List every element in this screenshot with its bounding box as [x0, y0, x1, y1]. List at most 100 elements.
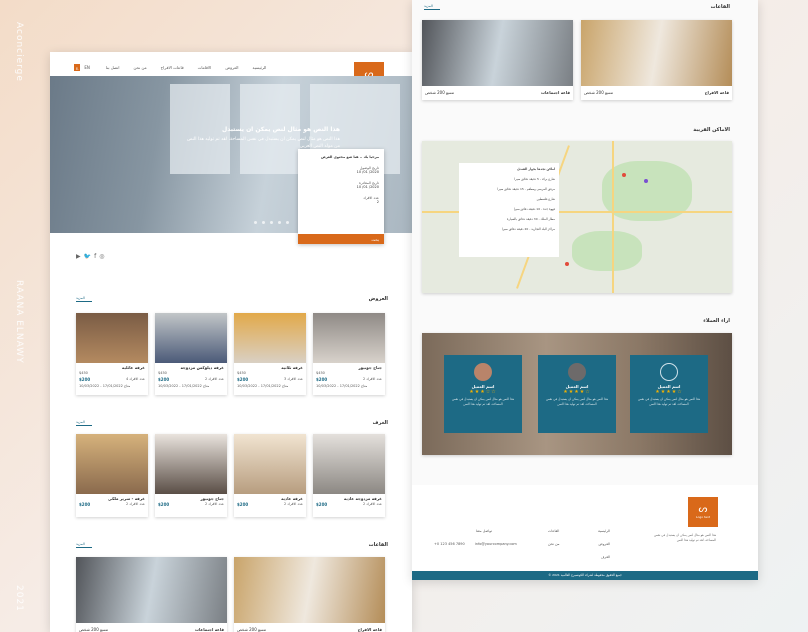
hall-name: قاعة الافراح — [357, 627, 382, 632]
hall-name: قاعة اجتماعات — [195, 627, 224, 632]
room-card[interactable]: غرفة عادية $200 عدد الافراد 2 — [234, 434, 306, 517]
map-pin-icon[interactable] — [565, 262, 569, 266]
room-guests: عدد الافراد 2 — [362, 502, 382, 506]
nav-item-contact[interactable]: اتصل بنا — [106, 65, 120, 70]
footer-email[interactable]: info@yourcompany.com — [475, 538, 517, 551]
review-quote: هذا النص هو مثال لنص يمكن ان يستبدل في ن… — [546, 397, 608, 406]
top-nav: ع EN اتصل بنا من نحن قاعات الافراح الاقا… — [74, 60, 350, 74]
nav-item-stays[interactable]: الاقامات — [198, 65, 212, 70]
lang-ar[interactable]: ع — [74, 63, 81, 71]
nav-item-home[interactable]: الرئيسية — [253, 65, 267, 70]
rooms-title: الغرف — [372, 420, 388, 426]
search-button[interactable]: بحث — [298, 234, 384, 244]
offer-price: $200 — [158, 377, 170, 382]
offer-image — [234, 313, 306, 363]
nearby-list: اماكن تجدها بجوار الفندق شارع بركة - 5 د… — [459, 163, 559, 257]
reviews-title: اراء العملاء — [703, 318, 730, 324]
offer-price: $200 — [316, 377, 328, 382]
room-image — [234, 434, 306, 494]
halls-more-link[interactable]: المزيد — [76, 542, 92, 548]
slider-dot[interactable] — [270, 221, 273, 224]
instagram-icon[interactable]: ◎ — [99, 253, 104, 260]
hall-image — [234, 557, 385, 623]
slider-dot[interactable] — [278, 221, 281, 224]
footer-link[interactable]: الرئيسية — [598, 525, 610, 538]
hall-card[interactable]: تتسع 200 شخص قاعة الافراح — [581, 20, 732, 100]
offer-guests: عدد الافراد 4 — [125, 377, 145, 381]
map-pin-icon[interactable] — [644, 179, 648, 183]
offer-image — [155, 313, 227, 363]
footer-contact-title: تواصل معنا — [475, 529, 493, 533]
offer-name: غرفة عائلية — [121, 365, 145, 370]
homepage-right: القاعات المزيد تتسع 200 شخص قاعة اجتماعات… — [412, 0, 758, 580]
nav-item-halls[interactable]: قاعات الافراح — [161, 65, 184, 70]
offer-card[interactable]: غرفة عائلية $450 $200 عدد الافراد 4 متاح … — [76, 313, 148, 395]
hall-card[interactable]: تتسع 200 شخص قاعة اجتماعات — [422, 20, 573, 100]
guests-value[interactable]: 2 — [303, 200, 379, 204]
checkin-value[interactable]: 10 /01 /2020 — [303, 170, 379, 174]
footer-phone[interactable]: +0 123 456 7890 — [434, 538, 465, 551]
halls-more-link-2[interactable]: المزيد — [424, 4, 440, 10]
hall-capacity: تتسع 200 شخص — [79, 627, 109, 632]
slider-dot[interactable] — [254, 221, 257, 224]
footer-col-2: القاعات من نحن — [548, 525, 560, 551]
nav-item-about[interactable]: من نحن — [133, 65, 146, 70]
booking-heading: مرحبا بك .. هنا ضع محتوى الغرض — [321, 155, 379, 159]
guests-field[interactable]: عدد الافراد 2 — [303, 196, 379, 204]
offer-guests: عدد الافراد 3 — [283, 377, 303, 381]
room-name: غرفة - سرير ملكي — [108, 496, 145, 501]
room-name: جناح جونيور — [200, 496, 224, 501]
offer-card[interactable]: غرفة ثلاثية $450 $200 عدد الافراد 3 متاح … — [234, 313, 306, 395]
room-price: $200 — [158, 502, 170, 507]
nearby-item[interactable]: قهوة جدة - 10 دقيقة دقائق سيرا — [463, 207, 555, 211]
nearby-map[interactable]: اماكن تجدها بجوار الفندق شارع بركة - 5 د… — [422, 141, 732, 293]
reviews-section: اسم العميل ★★★☆☆ هذا النص هو مثال لنص يم… — [422, 333, 732, 455]
hall-card[interactable]: تتسع 200 شخص قاعة اجتماعات — [76, 557, 227, 632]
twitter-icon[interactable]: 🐦 — [84, 253, 91, 260]
nearby-item[interactable]: مطار الملك - 30 دقيقة دقائق بالسيارة — [463, 217, 555, 221]
offer-dates: متاح 17/01/2022 - 10/03/2022 — [158, 384, 210, 388]
nearby-item[interactable]: شارع فلسطين — [463, 197, 555, 201]
slider-dots — [254, 221, 289, 224]
lang-en[interactable]: EN — [82, 64, 92, 71]
hall-capacity: تتسع 200 شخص — [584, 90, 614, 95]
nearby-title: الاماكن القريبة — [693, 127, 730, 133]
room-card[interactable]: جناح جونيور $200 عدد الافراد 2 — [155, 434, 227, 517]
footer-logo[interactable]: ᔕ Logo text — [688, 497, 718, 527]
offer-card[interactable]: غرفة ديلوكس مزدوجة $450 $200 عدد الافراد … — [155, 313, 227, 395]
map-pin-icon[interactable] — [622, 173, 626, 177]
site-footer: ᔕ Logo text هذا النص هو مثال لنص يمكن ان… — [412, 485, 758, 580]
slider-dot[interactable] — [286, 221, 289, 224]
hall-card[interactable]: تتسع 200 شخص قاعة الافراح — [234, 557, 385, 632]
nav-item-offers[interactable]: العروض — [225, 65, 238, 70]
offer-dates: متاح 17/01/2022 - 10/03/2022 — [79, 384, 131, 388]
checkout-field[interactable]: تاريخ المغادرة 10 /01 /2020 — [303, 181, 379, 189]
nearby-item[interactable]: مرفق المرسى ومطعم - 15 دقيقة دقائق سيرا — [463, 187, 555, 191]
footer-link[interactable]: الغرف — [598, 551, 610, 564]
room-card[interactable]: غرفة - سرير ملكي $200 عدد الافراد 2 — [76, 434, 148, 517]
offer-guests: عدد الافراد 2 — [204, 377, 224, 381]
footer-link[interactable]: القاعات — [548, 525, 560, 538]
facebook-icon[interactable]: f — [94, 253, 96, 260]
rooms-more-link[interactable]: المزيد — [76, 420, 92, 426]
footer-link[interactable]: من نحن — [548, 538, 560, 551]
review-card: اسم العميل ★★★★☆ هذا النص هو مثال لنص يم… — [538, 355, 616, 433]
checkout-value[interactable]: 10 /01 /2020 — [303, 185, 379, 189]
offer-card[interactable]: جناح جونيور $450 $200 عدد الافراد 2 متاح … — [313, 313, 385, 395]
nearby-item[interactable]: مراكز البلد التجارية - 20 دقيقة دقائق سي… — [463, 227, 555, 231]
footer-link[interactable]: العروض — [598, 538, 610, 551]
room-image — [313, 434, 385, 494]
offers-more-link[interactable]: المزيد — [76, 296, 92, 302]
room-card[interactable]: غرفة مزدوجة عادية $200 عدد الافراد 2 — [313, 434, 385, 517]
slider-dot[interactable] — [262, 221, 265, 224]
room-guests: عدد الافراد 2 — [204, 502, 224, 506]
room-name: غرفة مزدوجة عادية — [343, 496, 382, 501]
checkin-field[interactable]: تاريخ الوصول 10 /01 /2020 — [303, 166, 379, 174]
hall-name: قاعة اجتماعات — [541, 90, 570, 95]
hall-name: قاعة الافراح — [704, 90, 729, 95]
offer-image — [76, 313, 148, 363]
offer-old-price: $450 — [79, 371, 88, 375]
youtube-icon[interactable]: ▶ — [76, 253, 81, 260]
nearby-item[interactable]: شارع بركة - 5 دقيقة دقائق سيرا — [463, 177, 555, 181]
map-road — [612, 141, 614, 293]
